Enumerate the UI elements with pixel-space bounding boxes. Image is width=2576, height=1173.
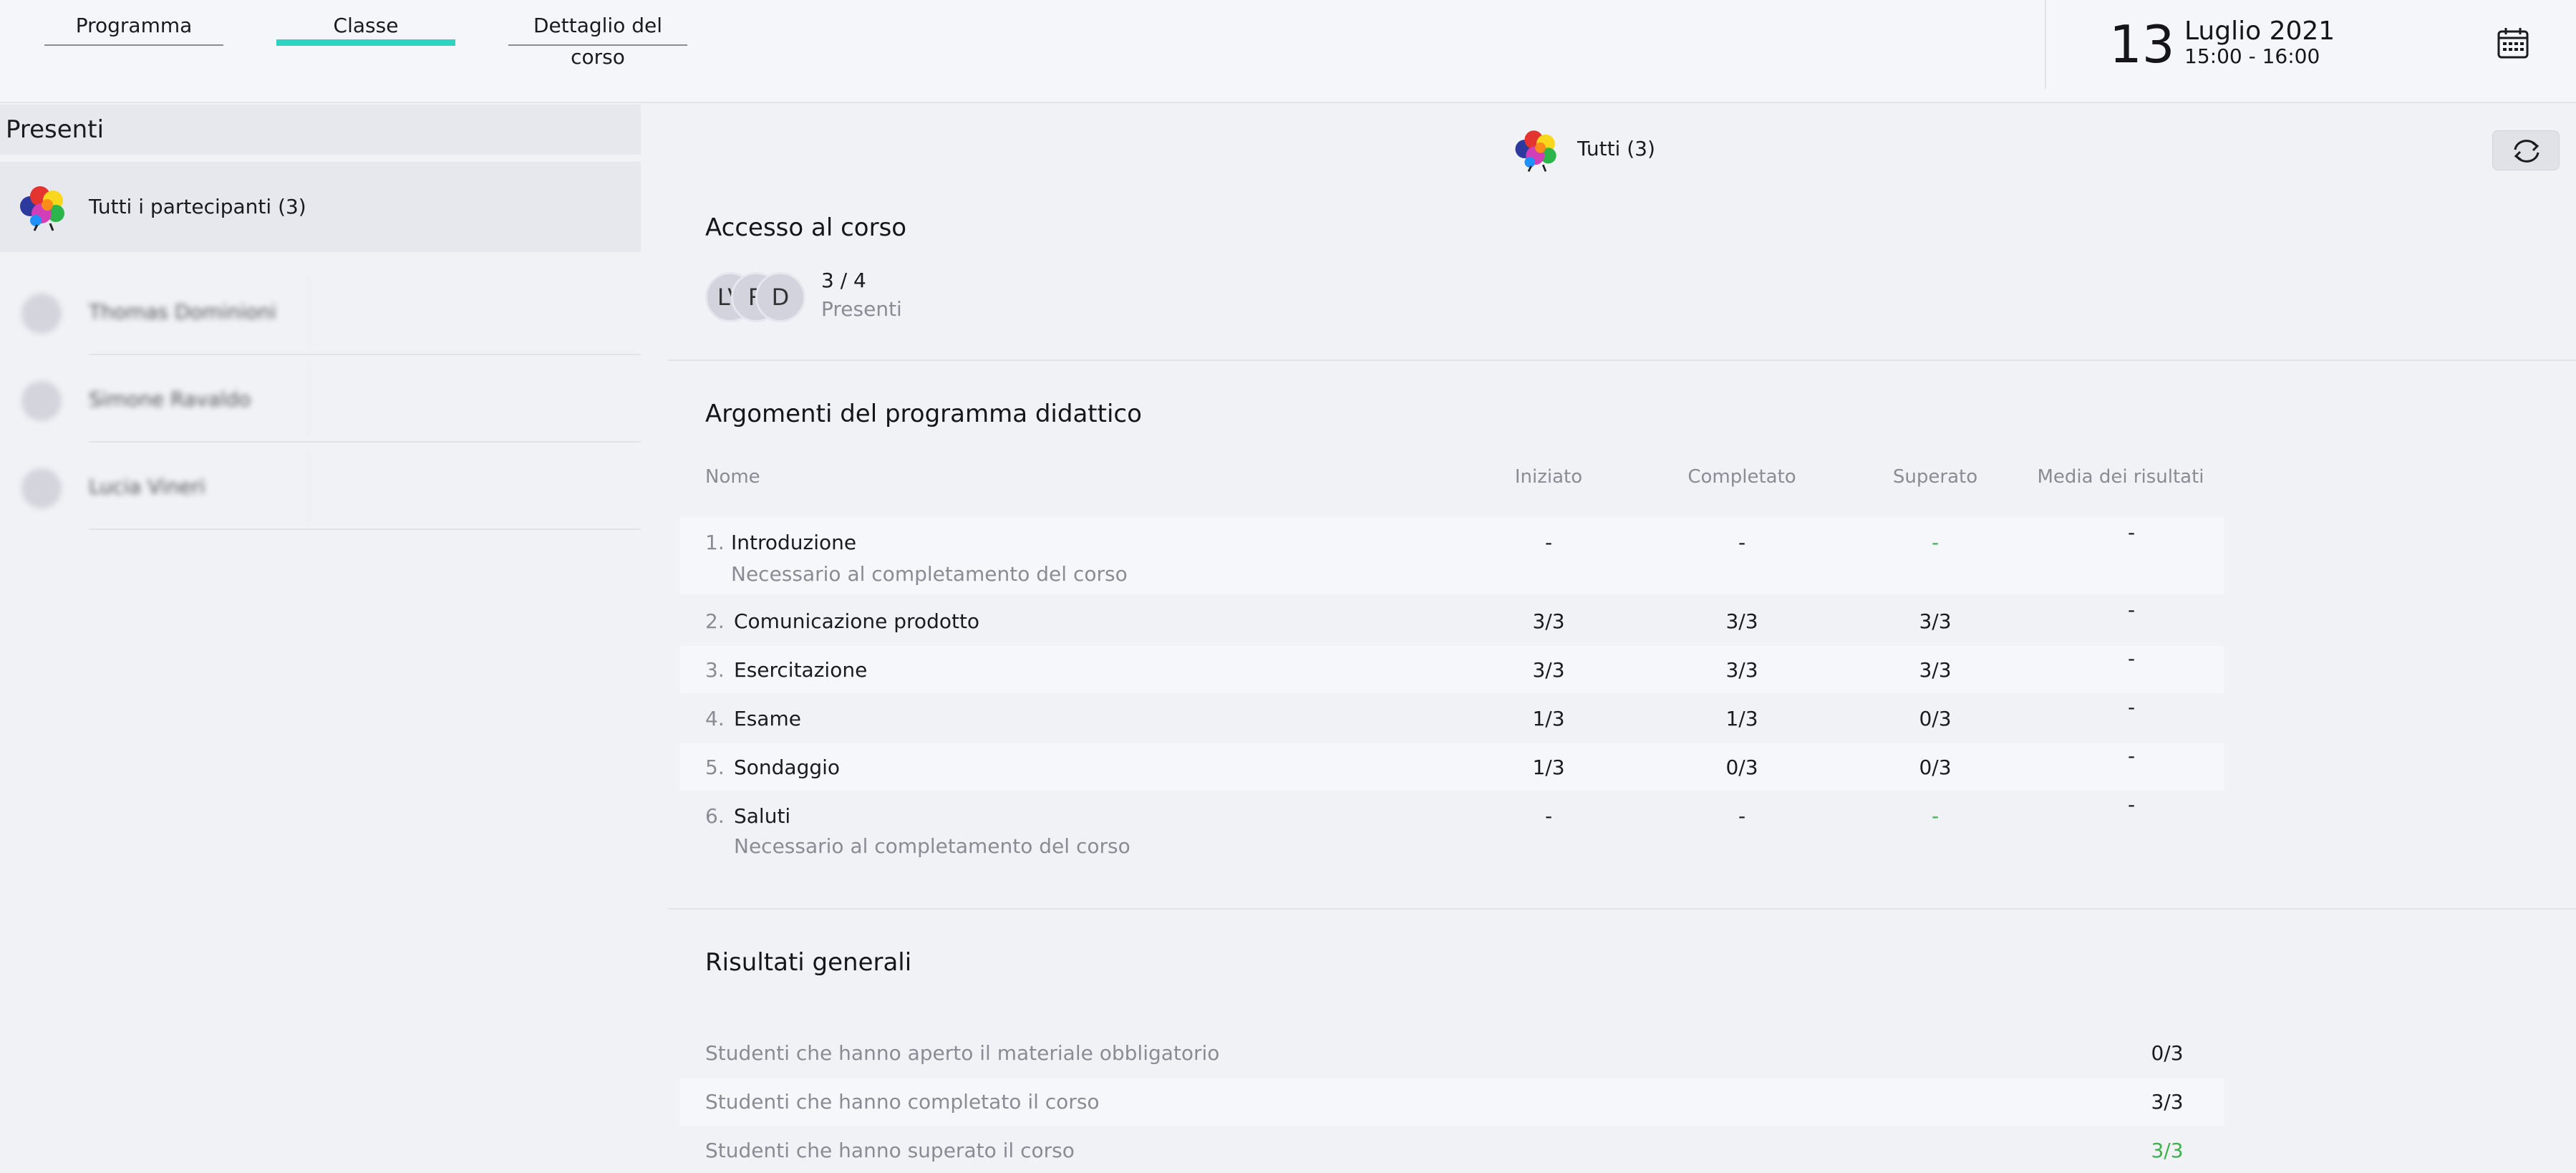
row-number: 3. — [705, 658, 725, 682]
attendees-panel: Presenti Tutti i partecipanti (3) Thomas… — [0, 105, 641, 1173]
results-row: Studenti che hanno aperto il materiale o… — [679, 1030, 2224, 1077]
row-separator — [308, 450, 309, 523]
attendee-avatars: LV R D — [705, 272, 820, 322]
results-title: Risultati generali — [705, 948, 912, 977]
participant-name: Simone Ravaldo — [89, 387, 251, 411]
completed-value: 1/3 — [1725, 707, 1758, 730]
passed-value: 0/3 — [1919, 707, 1952, 730]
topic-note: Necessario al completamento del corso — [731, 562, 1128, 586]
completed-value: - — [1738, 804, 1746, 828]
section-divider — [668, 359, 2576, 361]
class-overview: Tutti (3) Accesso al corso LV R D 3 / 4 … — [642, 105, 2576, 1173]
participant-avatar — [21, 468, 62, 508]
access-label: Presenti — [821, 297, 902, 321]
result-value: 3/3 — [2151, 1139, 2184, 1162]
date-day: 13 — [2109, 14, 2175, 74]
passed-value: 0/3 — [1919, 756, 1952, 779]
result-value: 3/3 — [2151, 1090, 2184, 1114]
passed-value: - — [1931, 531, 1940, 554]
group-avatar-icon — [1515, 130, 1556, 173]
results-row: Studenti che hanno completato il corso 3… — [679, 1078, 2224, 1126]
topic-name: Sondaggio — [734, 756, 841, 779]
completed-value: 3/3 — [1725, 658, 1758, 682]
date-separator — [2045, 0, 2046, 89]
date-time: 15:00 - 16:00 — [2184, 44, 2320, 68]
row-separator — [308, 275, 309, 348]
table-row[interactable]: 4. Esame 1/3 1/3 0/3 - — [679, 695, 2224, 742]
column-header-superato: Superato — [1892, 466, 1978, 488]
topic-name: Comunicazione prodotto — [734, 609, 980, 633]
column-header-completato: Completato — [1688, 466, 1796, 488]
row-separator — [308, 362, 309, 435]
participant-row[interactable]: Lucia Vineri — [0, 443, 641, 530]
participant-name: Lucia Vineri — [89, 475, 205, 498]
attendees-title: Presenti — [0, 105, 641, 155]
participant-avatar — [21, 381, 62, 421]
all-participants-row[interactable]: Tutti i partecipanti (3) — [0, 162, 641, 252]
table-row[interactable]: 5. Sondaggio 1/3 0/3 0/3 - — [679, 743, 2224, 791]
participant-row[interactable]: Thomas Dominioni — [0, 268, 641, 355]
refresh-icon — [2514, 140, 2539, 163]
access-title: Accesso al corso — [705, 213, 907, 242]
calendar-icon[interactable] — [2496, 26, 2530, 60]
average-value: - — [2127, 793, 2136, 816]
passed-value: - — [1931, 804, 1940, 828]
result-label: Studenti che hanno aperto il materiale o… — [705, 1041, 1220, 1065]
average-value: - — [2127, 695, 2136, 719]
tab-dettaglio-del-corso[interactable]: Dettaglio del corso — [508, 10, 687, 69]
table-row[interactable]: 3. Esercitazione 3/3 3/3 3/3 - — [679, 646, 2224, 693]
column-header-nome: Nome — [705, 466, 760, 488]
participant-avatar — [21, 294, 62, 334]
result-value: 0/3 — [2151, 1041, 2184, 1065]
started-value: 1/3 — [1532, 756, 1565, 779]
section-divider — [668, 908, 2576, 909]
top-bar: Programma Classe Dettaglio del corso 13 … — [0, 0, 2576, 103]
access-count: 3 / 4 — [821, 269, 866, 292]
row-number: 6. — [705, 804, 725, 828]
started-value: 1/3 — [1532, 707, 1565, 730]
average-value: - — [2127, 521, 2136, 544]
column-header-iniziato: Iniziato — [1514, 466, 1583, 488]
refresh-button[interactable] — [2492, 130, 2560, 170]
selected-group-label: Tutti (3) — [1577, 137, 1655, 160]
result-label: Studenti che hanno superato il corso — [705, 1139, 1075, 1162]
started-value: 3/3 — [1532, 609, 1565, 633]
completed-value: 3/3 — [1725, 609, 1758, 633]
topic-name: Esercitazione — [734, 658, 868, 682]
average-value: - — [2127, 744, 2136, 768]
completed-value: 0/3 — [1725, 756, 1758, 779]
avatar: D — [755, 272, 805, 322]
topic-name: Introduzione — [731, 531, 857, 554]
started-value: - — [1544, 531, 1553, 554]
row-number: 4. — [705, 707, 725, 730]
started-value: 3/3 — [1532, 658, 1565, 682]
row-number: 1. — [705, 531, 725, 554]
column-header-media: Media dei risultati — [2037, 466, 2204, 488]
topics-title: Argomenti del programma didattico — [705, 400, 1142, 428]
result-label: Studenti che hanno completato il corso — [705, 1090, 1100, 1114]
passed-value: 3/3 — [1919, 658, 1952, 682]
topic-note: Necessario al completamento del corso — [734, 834, 1130, 858]
topic-name: Saluti — [734, 804, 791, 828]
started-value: - — [1544, 804, 1553, 828]
participant-row[interactable]: Simone Ravaldo — [0, 355, 641, 443]
row-divider — [89, 528, 641, 530]
topic-name: Esame — [734, 707, 801, 730]
table-row[interactable]: 6. Saluti Necessario al completamento de… — [679, 792, 2224, 869]
table-row[interactable]: 2. Comunicazione prodotto 3/3 3/3 3/3 - — [679, 597, 2224, 645]
results-row: Studenti che hanno superato il corso 3/3 — [679, 1127, 2224, 1173]
row-number: 5. — [705, 756, 725, 779]
participant-name: Thomas Dominioni — [89, 300, 276, 324]
group-avatar-icon — [20, 186, 64, 231]
tab-classe[interactable]: Classe — [276, 10, 455, 46]
average-value: - — [2127, 598, 2136, 622]
completed-value: - — [1738, 531, 1746, 554]
date-month-year: Luglio 2021 — [2184, 16, 2335, 46]
average-value: - — [2127, 647, 2136, 670]
passed-value: 3/3 — [1919, 609, 1952, 633]
row-number: 2. — [705, 609, 725, 633]
all-participants-label: Tutti i partecipanti (3) — [89, 195, 306, 218]
table-row[interactable]: 1. Introduzione Necessario al completame… — [679, 517, 2224, 594]
tab-programma[interactable]: Programma — [44, 10, 223, 46]
